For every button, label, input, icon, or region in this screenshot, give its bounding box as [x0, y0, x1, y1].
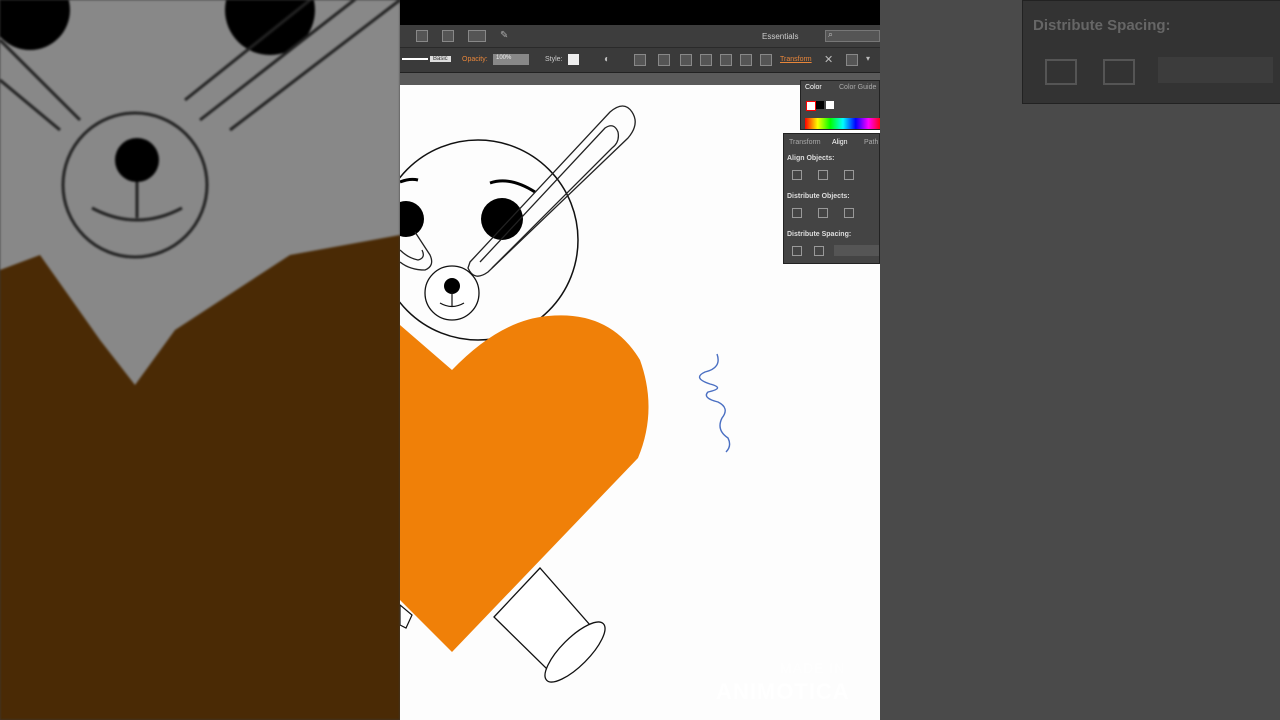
color-spectrum[interactable]	[805, 118, 880, 129]
style-label: Style:	[545, 56, 563, 63]
tab-color-guide[interactable]: Color Guide	[839, 84, 876, 91]
stock-icon[interactable]	[442, 30, 454, 42]
align-panel: Transform Align Path Align Objects: Dist…	[783, 133, 880, 264]
blurred-panel-label: Distribute Spacing:	[1033, 17, 1171, 34]
arrange-icon[interactable]	[846, 54, 858, 66]
left-eyebrow	[400, 177, 419, 184]
align-middle-icon[interactable]	[720, 54, 732, 66]
search-input[interactable]: ⌕	[825, 29, 880, 42]
left-paperclip	[400, 231, 433, 271]
bear-head	[400, 139, 579, 341]
blurred-panel: Distribute Spacing:	[1022, 0, 1280, 104]
blurred-distribute-icon-2	[1103, 59, 1135, 85]
blurred-drawing-left	[0, 0, 400, 720]
tab-color[interactable]: Color	[805, 84, 822, 91]
watermark-made-in: MADE IN	[780, 660, 846, 676]
bridge-icon[interactable]	[416, 30, 428, 42]
opacity-label[interactable]: Opacity:	[462, 56, 488, 63]
align-bottom-icon[interactable]	[740, 54, 752, 66]
top-black-bar	[400, 0, 880, 25]
right-eyebrow	[489, 179, 536, 194]
black-swatch[interactable]	[816, 101, 824, 109]
tab-pathfinder[interactable]: Path	[864, 139, 878, 146]
bear-nose	[444, 278, 460, 294]
watermark-animotica: ANIMOTICA	[716, 679, 850, 704]
blurred-zoom-right: Distribute Spacing:	[880, 0, 1280, 720]
vertical-distribute-bottom-icon[interactable]	[844, 208, 854, 218]
left-eye	[400, 201, 424, 237]
transform-link[interactable]: Transform	[780, 56, 812, 63]
stroke-preview	[402, 58, 428, 60]
opacity-value: 100%	[496, 55, 512, 61]
application-bar: ✎ Essentials ⌕	[400, 25, 880, 48]
distribute-icon[interactable]	[760, 54, 772, 66]
vertical-distribute-top-icon[interactable]	[792, 208, 802, 218]
arrange-documents-icon[interactable]	[468, 30, 486, 42]
horizontal-align-right-icon[interactable]	[844, 170, 854, 180]
horizontal-align-left-icon[interactable]	[792, 170, 802, 180]
opacity-field[interactable]: 100%	[493, 54, 529, 65]
panel-menu-icon[interactable]: ▾	[866, 54, 870, 63]
distribute-objects-label: Distribute Objects:	[787, 193, 850, 200]
graphic-style-swatch[interactable]	[568, 54, 579, 65]
spacing-value-field[interactable]	[834, 245, 879, 256]
vertical-distribute-space-icon[interactable]	[792, 246, 802, 256]
align-objects-label: Align Objects:	[787, 155, 835, 162]
align-center-icon[interactable]	[658, 54, 670, 66]
tab-align[interactable]: Align	[832, 139, 848, 146]
align-right-icon[interactable]	[680, 54, 692, 66]
isolate-icon[interactable]: ✕	[824, 53, 833, 66]
sync-icon[interactable]: ✎	[500, 30, 508, 41]
vertical-distribute-center-icon[interactable]	[818, 208, 828, 218]
align-left-icon[interactable]	[634, 54, 646, 66]
right-eye	[481, 198, 523, 240]
blurred-spacing-field	[1158, 57, 1273, 83]
illustrator-window: ✎ Essentials ⌕ Basic Opacity: 100% Style…	[400, 0, 880, 720]
distribute-spacing-label: Distribute Spacing:	[787, 231, 852, 238]
workspace-switcher[interactable]: Essentials	[762, 32, 798, 41]
search-icon: ⌕	[828, 29, 834, 39]
brush-definition-select[interactable]: Basic	[430, 56, 451, 62]
align-top-icon[interactable]	[700, 54, 712, 66]
blurred-distribute-icon-1	[1045, 59, 1077, 85]
recolor-icon[interactable]: ◐	[604, 54, 610, 65]
blurred-zoom-left	[0, 0, 400, 720]
horizontal-align-center-icon[interactable]	[818, 170, 828, 180]
control-bar: Basic Opacity: 100% Style: ◐ Transform ✕…	[400, 48, 880, 73]
none-swatch[interactable]	[806, 101, 816, 111]
horizontal-distribute-space-icon[interactable]	[814, 246, 824, 256]
tab-transform[interactable]: Transform	[789, 139, 821, 146]
color-panel: Color Color Guide	[800, 80, 880, 130]
white-swatch[interactable]	[826, 101, 834, 109]
right-paperclip	[467, 105, 636, 277]
blue-squiggle[interactable]	[698, 353, 731, 453]
